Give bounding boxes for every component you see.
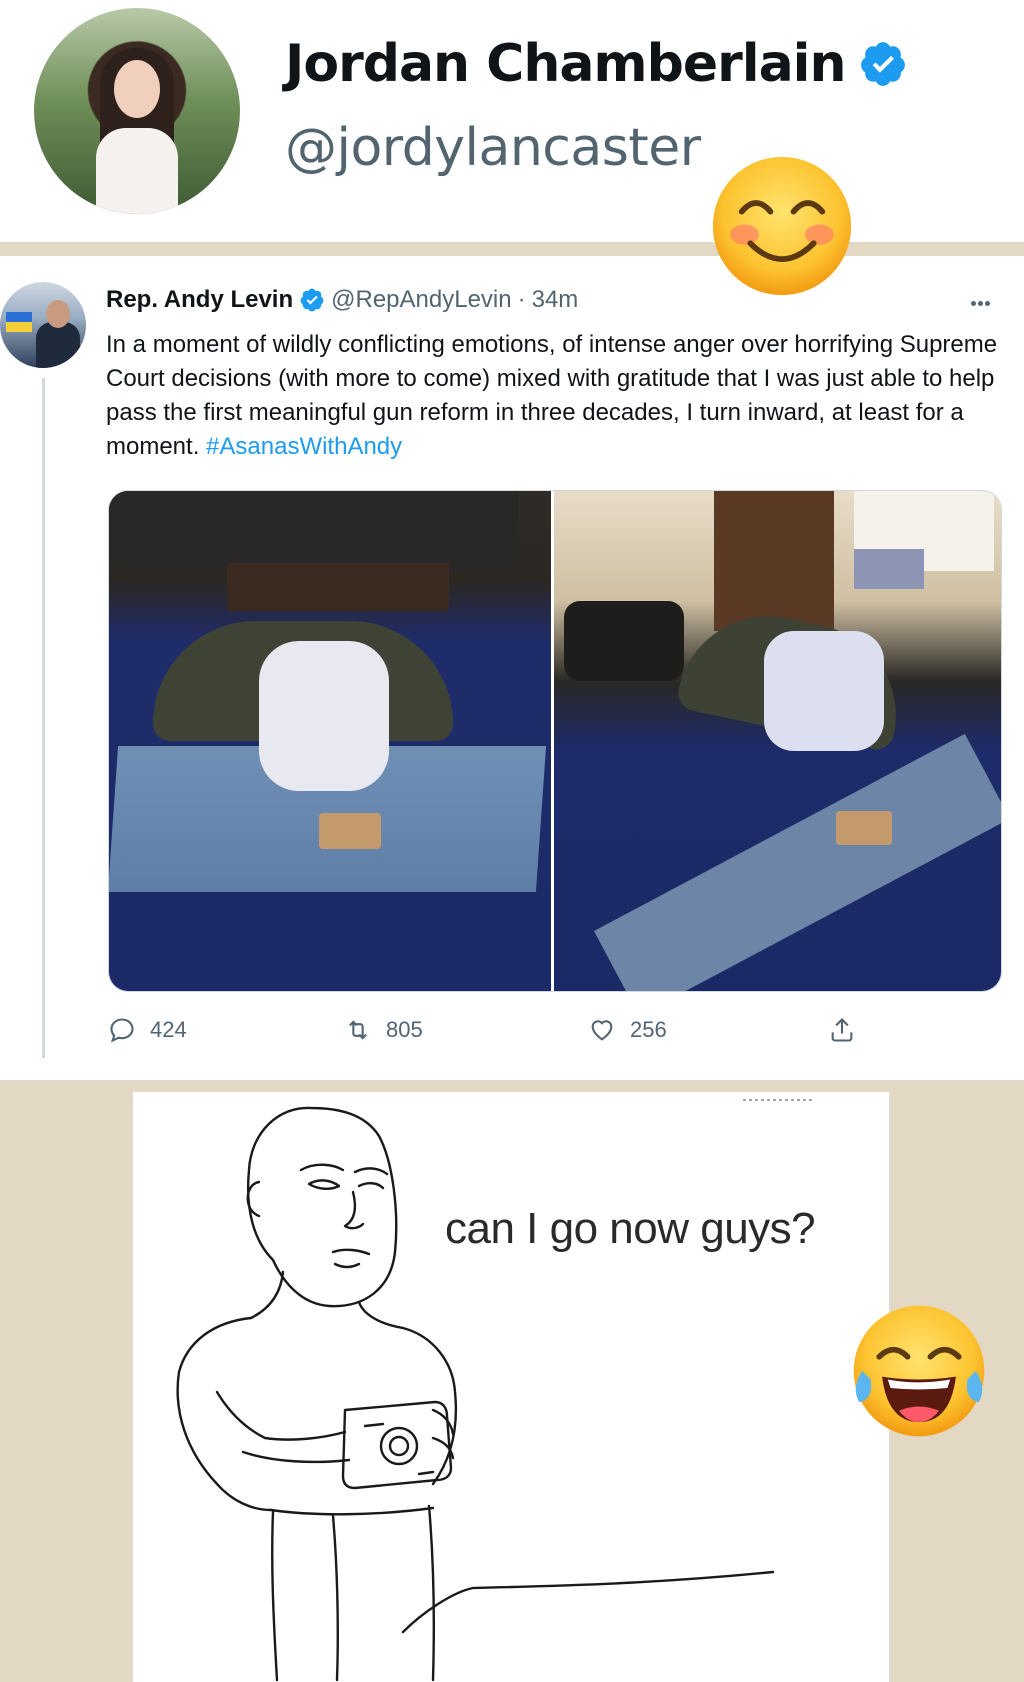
photo-person-shirt (259, 641, 389, 791)
retweet-count: 805 (386, 1017, 423, 1042)
avatar-suit (36, 322, 80, 368)
avatar-dress (96, 128, 178, 214)
reply-button[interactable]: 424 (108, 1016, 187, 1044)
tweet-author-handle[interactable]: @RepAndyLevin (331, 286, 511, 314)
reply-count: 424 (150, 1017, 187, 1042)
avatar-head (46, 300, 70, 328)
retweet-icon (349, 1020, 367, 1040)
profile-name[interactable]: Jordan Chamberlain (285, 34, 846, 94)
tweet-media-grid (108, 490, 1002, 992)
photo-bookshelf (714, 491, 834, 631)
tweet-meta-separator: · (517, 286, 526, 313)
photo-yoga-block (836, 811, 892, 845)
smiling-blush-emoji (712, 156, 852, 296)
retweet-button[interactable]: 805 (344, 1016, 423, 1044)
tweet-timestamp[interactable]: 34m (532, 286, 579, 314)
tweet-hashtag-link[interactable]: #AsanasWithAndy (206, 433, 402, 460)
tweet-photo-2[interactable] (554, 491, 1001, 991)
photo-coffee-table (227, 563, 449, 611)
verified-badge-icon (300, 288, 324, 312)
share-icon (831, 1018, 853, 1042)
tweet-author-name[interactable]: Rep. Andy Levin (106, 286, 293, 314)
tweet-action-bar: 424 805 256 (108, 1016, 868, 1056)
photo-chair (564, 601, 684, 681)
avatar-flag (6, 312, 32, 332)
tears-of-joy-emoji (853, 1305, 985, 1437)
photo-yoga-block (319, 813, 381, 849)
meme-panel: can I go now guys? (132, 1092, 890, 1682)
verified-badge-icon (860, 42, 905, 86)
photo-sign (854, 549, 924, 589)
tweet-photo-1[interactable] (109, 491, 554, 991)
tweet-text: In a moment of wildly conflicting emotio… (106, 328, 1006, 464)
more-icon[interactable] (970, 286, 991, 317)
reply-icon (110, 1018, 134, 1043)
profile-header: Jordan Chamberlain @jordylancaster (0, 0, 1024, 242)
tweet-card: Rep. Andy Levin @RepAndyLevin · 34m In a… (0, 256, 1024, 1080)
wojak-camera-drawing (176, 1099, 813, 1682)
meme-caption: can I go now guys? (445, 1204, 816, 1253)
thread-line (42, 378, 45, 1058)
profile-name-row: Jordan Chamberlain (285, 34, 908, 94)
heart-icon (591, 1020, 613, 1041)
photo-sofa (109, 491, 519, 571)
tweet-author-avatar[interactable] (0, 282, 86, 368)
share-button[interactable] (828, 1016, 856, 1044)
profile-handle[interactable]: @jordylancaster (285, 118, 701, 178)
like-count: 256 (630, 1017, 667, 1042)
like-button[interactable]: 256 (588, 1016, 667, 1044)
section-divider (0, 242, 1024, 256)
photo-person-shirt (764, 631, 884, 751)
section-divider (0, 1080, 1024, 1090)
photo-yoga-mat (594, 733, 1001, 991)
avatar-face (114, 60, 160, 118)
tweet-header: Rep. Andy Levin @RepAndyLevin · 34m (106, 286, 578, 314)
profile-avatar[interactable] (34, 8, 240, 214)
